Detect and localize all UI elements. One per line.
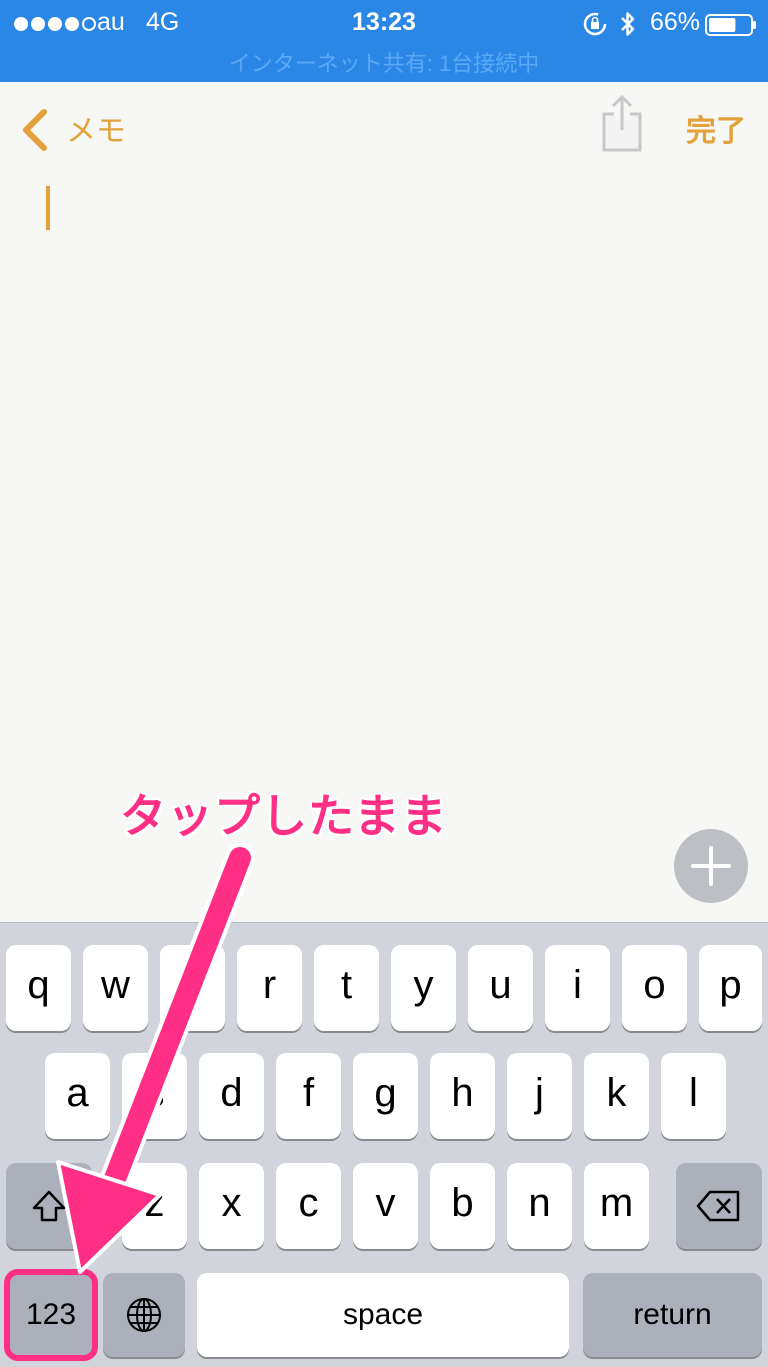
- key-z[interactable]: z: [122, 1163, 187, 1249]
- key-w[interactable]: w: [83, 945, 148, 1031]
- plus-icon: [691, 846, 731, 886]
- add-attachment-button[interactable]: [674, 829, 748, 903]
- key-g[interactable]: g: [353, 1053, 418, 1139]
- key-a[interactable]: a: [45, 1053, 110, 1139]
- key-x[interactable]: x: [199, 1163, 264, 1249]
- hotspot-banner[interactable]: インターネット共有: 1台接続中: [0, 46, 768, 78]
- battery-icon: [705, 14, 756, 36]
- key-h[interactable]: h: [430, 1053, 495, 1139]
- battery-percentage: 66%: [650, 8, 701, 36]
- space-key[interactable]: space: [197, 1273, 569, 1357]
- key-f[interactable]: f: [276, 1053, 341, 1139]
- done-button[interactable]: 完了: [686, 106, 746, 150]
- return-key[interactable]: return: [583, 1273, 762, 1357]
- delete-key[interactable]: [676, 1163, 762, 1249]
- key-r[interactable]: r: [237, 945, 302, 1031]
- key-p[interactable]: p: [699, 945, 762, 1031]
- key-l[interactable]: l: [661, 1053, 726, 1139]
- key-n[interactable]: n: [507, 1163, 572, 1249]
- key-q[interactable]: q: [6, 945, 71, 1031]
- key-b[interactable]: b: [430, 1163, 495, 1249]
- text-cursor[interactable]: [46, 186, 50, 230]
- key-v[interactable]: v: [353, 1163, 418, 1249]
- back-button[interactable]: メモ: [66, 106, 126, 150]
- key-m[interactable]: m: [584, 1163, 649, 1249]
- globe-key[interactable]: [103, 1273, 185, 1357]
- orientation-lock-icon: [583, 12, 607, 36]
- key-t[interactable]: t: [314, 945, 379, 1031]
- backspace-icon: [696, 1190, 740, 1222]
- share-icon[interactable]: [600, 92, 644, 154]
- bluetooth-icon: [621, 12, 635, 36]
- key-e[interactable]: e: [160, 945, 225, 1031]
- key-s[interactable]: s: [122, 1053, 187, 1139]
- key-j[interactable]: j: [507, 1053, 572, 1139]
- keyboard: q w e r t y u i o p a s d f g h j k l z …: [0, 922, 768, 1367]
- key-y[interactable]: y: [391, 945, 456, 1031]
- key-u[interactable]: u: [468, 945, 533, 1031]
- shift-key[interactable]: [6, 1163, 92, 1249]
- shift-icon: [32, 1190, 66, 1222]
- key-c[interactable]: c: [276, 1163, 341, 1249]
- key-i[interactable]: i: [545, 945, 610, 1031]
- globe-icon: [127, 1298, 161, 1332]
- key-d[interactable]: d: [199, 1053, 264, 1139]
- key-o[interactable]: o: [622, 945, 687, 1031]
- status-bar: au 4G 13:23 66% インターネット共有: 1台接続中: [0, 0, 768, 82]
- numbers-key[interactable]: 123: [4, 1269, 98, 1361]
- annotation-label: タップしたまま: [120, 790, 448, 842]
- key-k[interactable]: k: [584, 1053, 649, 1139]
- back-chevron-icon[interactable]: [20, 108, 50, 152]
